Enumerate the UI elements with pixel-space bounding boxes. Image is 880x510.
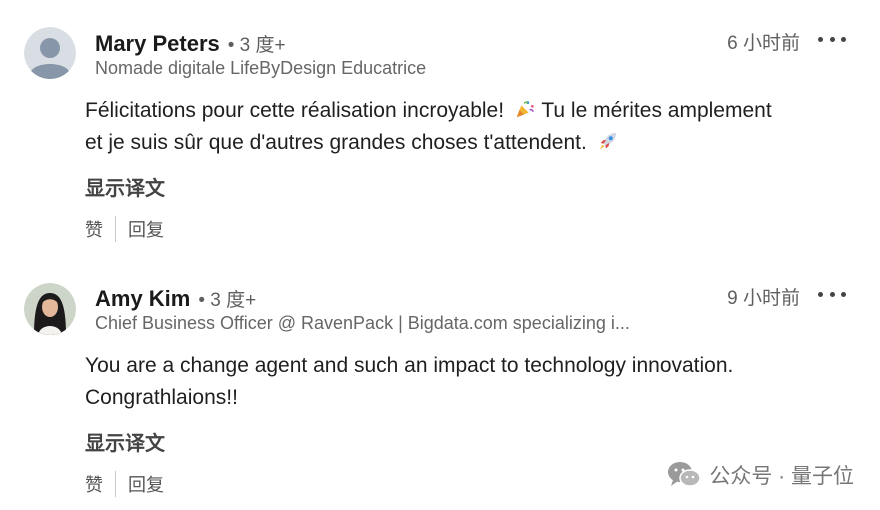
profile-photo xyxy=(24,283,76,335)
comment-text: Félicitations pour cette réalisation inc… xyxy=(85,99,772,154)
comment-mary-peters: Mary Peters • 3 度+ Nomade digitale LifeB… xyxy=(0,0,880,255)
watermark-text: 公众号 · 量子位 xyxy=(709,465,854,488)
author-headline: Chief Business Officer @ RavenPack | Big… xyxy=(95,313,630,333)
connection-degree: • 3 度+ xyxy=(227,35,286,56)
rocket-icon xyxy=(599,132,616,150)
show-translation-link[interactable]: 显示译文 xyxy=(85,427,165,456)
default-avatar-icon xyxy=(24,27,76,79)
party-popper-icon xyxy=(516,101,534,118)
connection-degree: • 3 度+ xyxy=(198,290,257,311)
divider xyxy=(115,471,116,497)
comment-actions: 赞 回复 xyxy=(85,471,164,497)
watermark: 公众号 · 量子位 xyxy=(667,460,854,490)
author-line: Mary Peters • 3 度+ xyxy=(95,30,286,57)
like-button[interactable]: 赞 xyxy=(85,216,103,242)
reply-button[interactable]: 回复 xyxy=(128,471,164,497)
avatar[interactable] xyxy=(24,27,76,79)
comment-actions: 赞 回复 xyxy=(85,216,164,242)
author-name[interactable]: Amy Kim xyxy=(95,286,190,312)
author-headline: Nomade digitale LifeByDesign Educatrice xyxy=(95,58,427,78)
wechat-icon xyxy=(668,462,702,487)
comment-text: You are a change agent and such an impac… xyxy=(85,354,734,409)
show-translation-link[interactable]: 显示译文 xyxy=(85,172,165,201)
like-button[interactable]: 赞 xyxy=(85,471,103,497)
timestamp: 6 小时前 xyxy=(727,33,800,54)
author-name[interactable]: Mary Peters xyxy=(95,31,220,57)
reply-button[interactable]: 回复 xyxy=(128,216,164,242)
divider xyxy=(115,216,116,242)
more-options-icon[interactable] xyxy=(818,281,846,307)
more-options-icon[interactable] xyxy=(818,26,846,52)
timestamp: 9 小时前 xyxy=(727,288,800,309)
author-line: Amy Kim • 3 度+ xyxy=(95,285,256,312)
avatar[interactable] xyxy=(24,283,76,335)
